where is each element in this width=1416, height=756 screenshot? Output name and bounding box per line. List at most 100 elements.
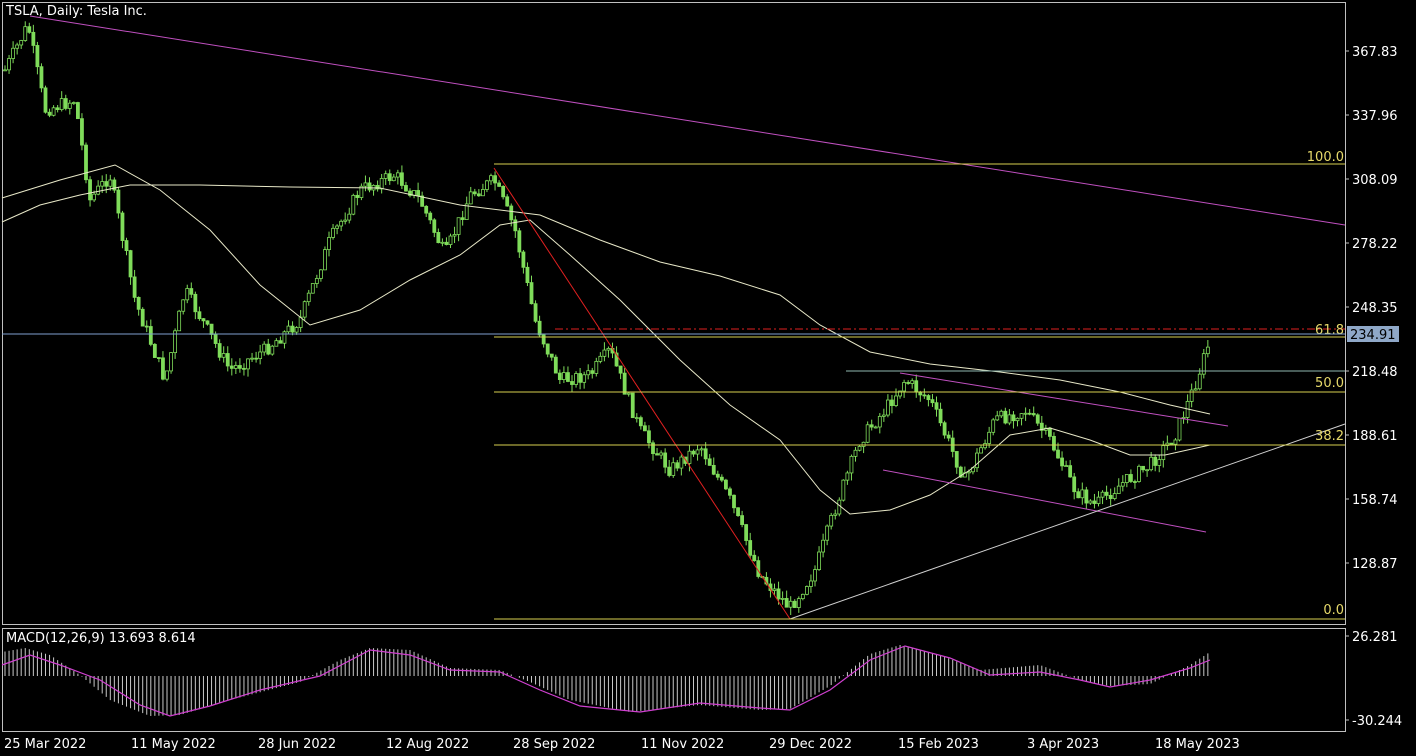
- candle-body: [574, 373, 578, 385]
- candle-body: [128, 250, 133, 278]
- candle-body: [979, 447, 983, 454]
- candle-body: [132, 276, 137, 298]
- candle-body: [691, 450, 696, 455]
- candle-body: [825, 525, 830, 541]
- price-tick-label: 337.96: [1352, 109, 1398, 124]
- candle-body: [703, 448, 708, 460]
- price-tick-label: 278.22: [1352, 237, 1398, 252]
- candle-body: [865, 424, 870, 443]
- candle-body: [942, 422, 947, 436]
- candle-body: [31, 31, 36, 46]
- candle-body: [395, 172, 400, 178]
- candle-body: [902, 382, 906, 392]
- candle-body: [622, 372, 627, 395]
- candle-body: [590, 370, 595, 374]
- current-price-value: 234.91: [1350, 328, 1396, 343]
- candle-body: [1120, 482, 1125, 487]
- fibonacci-retracement[interactable]: 100.0 61.8 50.0 38.2 0.0: [494, 150, 1345, 620]
- candle-body: [537, 320, 542, 336]
- candle-body: [140, 308, 145, 327]
- candle-body: [452, 234, 457, 237]
- candle-body: [886, 399, 890, 416]
- candle-body: [460, 217, 465, 220]
- candle-body: [513, 219, 518, 232]
- candle-body: [1137, 465, 1141, 482]
- main-chart-frame: [2, 2, 1346, 625]
- candle-body: [582, 374, 587, 383]
- price-chart[interactable]: 100.0 61.8 50.0 38.2 0.0 367.83 337.96 3…: [0, 0, 1416, 756]
- candle-body: [189, 288, 194, 295]
- candle-body: [1023, 412, 1028, 415]
- candle-body: [922, 394, 927, 397]
- candle-body: [246, 358, 250, 370]
- candle-body: [1161, 445, 1166, 461]
- candle-body: [209, 323, 214, 335]
- candle-body: [991, 419, 996, 433]
- candle-body: [1173, 439, 1178, 445]
- uptrend-support-line: [789, 423, 1346, 620]
- candle-body: [51, 107, 56, 116]
- candle-body: [715, 473, 720, 478]
- candle-body: [1003, 410, 1008, 424]
- candle-body: [472, 191, 477, 195]
- candle-body: [468, 191, 473, 205]
- candle-body: [792, 600, 797, 608]
- candle-body: [1007, 414, 1012, 424]
- candle-body: [1084, 489, 1089, 504]
- candle-body: [314, 278, 319, 284]
- price-tick-label: 308.09: [1352, 173, 1398, 188]
- candle-body: [35, 45, 40, 68]
- candle-body: [152, 343, 157, 358]
- candle-body: [229, 365, 234, 369]
- candle-body: [861, 441, 866, 447]
- fib-label-61-8: 61.8: [1315, 323, 1344, 338]
- candle-body: [274, 340, 279, 347]
- candle-body: [906, 382, 911, 384]
- macd-title: MACD(12,26,9) 13.693 8.614: [6, 631, 196, 646]
- candle-body: [489, 175, 493, 182]
- candle-body: [391, 176, 396, 182]
- candle-body: [47, 111, 52, 116]
- candle-body: [148, 326, 153, 345]
- date-tick-label: 11 Nov 2022: [641, 737, 724, 752]
- candle-body: [938, 408, 943, 424]
- candle-body: [630, 392, 635, 419]
- candle-body: [748, 540, 753, 556]
- candle-body: [618, 365, 623, 374]
- fib-label-100: 100.0: [1307, 150, 1344, 165]
- fib-label-38-2: 38.2: [1315, 429, 1344, 444]
- date-tick-label: 18 May 2023: [1155, 737, 1240, 752]
- candle-body: [379, 178, 384, 190]
- candle-body: [910, 380, 915, 384]
- candle-body: [165, 370, 169, 380]
- candle-body: [837, 499, 842, 515]
- long-downtrend-line: [29, 15, 1346, 226]
- candle-body: [784, 598, 789, 608]
- candle-body: [967, 471, 971, 474]
- candle-body: [11, 47, 16, 59]
- candle-body: [331, 227, 335, 238]
- candle-body: [286, 325, 291, 333]
- candle-body: [533, 303, 538, 322]
- price-tick-label: 248.35: [1352, 301, 1398, 316]
- candle-body: [1027, 412, 1032, 415]
- candle-body: [975, 452, 979, 469]
- candle-body: [262, 343, 267, 353]
- candle-body: [104, 181, 109, 187]
- candle-body: [233, 365, 238, 369]
- macd-axis-max: 26.281: [1352, 630, 1398, 645]
- candle-body: [780, 598, 785, 600]
- candle-body: [294, 327, 299, 333]
- candle-body: [404, 185, 408, 192]
- candle-body: [169, 352, 173, 372]
- candle-body: [853, 449, 858, 457]
- price-tick-label: 218.48: [1352, 365, 1398, 380]
- candle-body: [318, 269, 323, 279]
- candle-body: [177, 310, 182, 332]
- candle-body: [1149, 456, 1154, 471]
- date-tick-label: 12 Aug 2022: [386, 737, 469, 752]
- candle-body: [27, 26, 32, 33]
- candle-body: [310, 283, 315, 294]
- candle-body: [1129, 474, 1133, 482]
- candle-body: [448, 235, 453, 245]
